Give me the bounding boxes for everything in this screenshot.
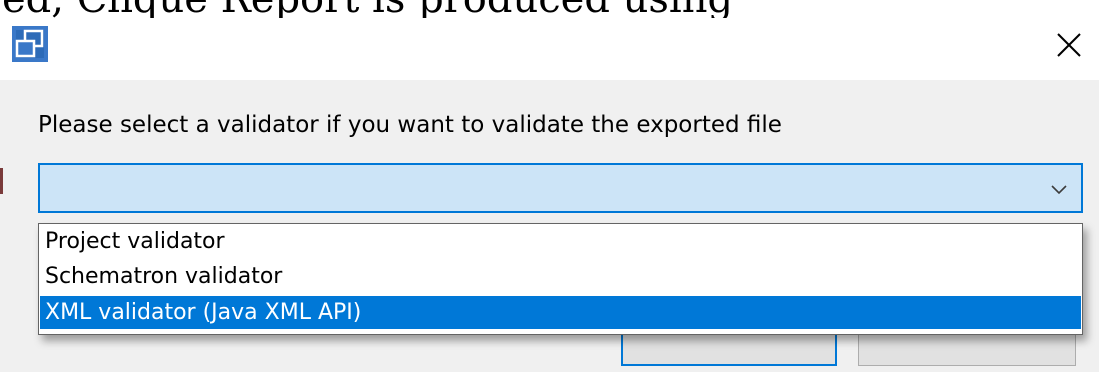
window-restore-icon bbox=[10, 24, 50, 64]
option-schematron-validator[interactable]: Schematron validator bbox=[40, 260, 1081, 293]
background-edge bbox=[0, 168, 3, 194]
validator-dropdown-list: Project validator Schematron validator X… bbox=[38, 223, 1083, 335]
background-document-text: ed, Cliqué Report is produced using bbox=[2, 0, 733, 18]
background-document-strip: ed, Cliqué Report is produced using bbox=[0, 0, 1099, 18]
validator-prompt: Please select a validator if you want to… bbox=[38, 112, 782, 138]
option-xml-validator[interactable]: XML validator (Java XML API) bbox=[40, 296, 1081, 329]
close-button[interactable] bbox=[1044, 20, 1094, 70]
option-label: XML validator (Java XML API) bbox=[45, 300, 362, 325]
close-icon bbox=[1057, 33, 1081, 57]
option-label: Schematron validator bbox=[45, 264, 283, 289]
option-label: Project validator bbox=[45, 229, 225, 254]
option-project-validator[interactable]: Project validator bbox=[40, 225, 1081, 258]
chevron-down-icon bbox=[1051, 185, 1067, 195]
ok-button[interactable] bbox=[621, 330, 837, 366]
title-bar bbox=[0, 18, 1099, 80]
cancel-button[interactable] bbox=[858, 330, 1076, 366]
validator-combobox[interactable] bbox=[38, 163, 1083, 213]
